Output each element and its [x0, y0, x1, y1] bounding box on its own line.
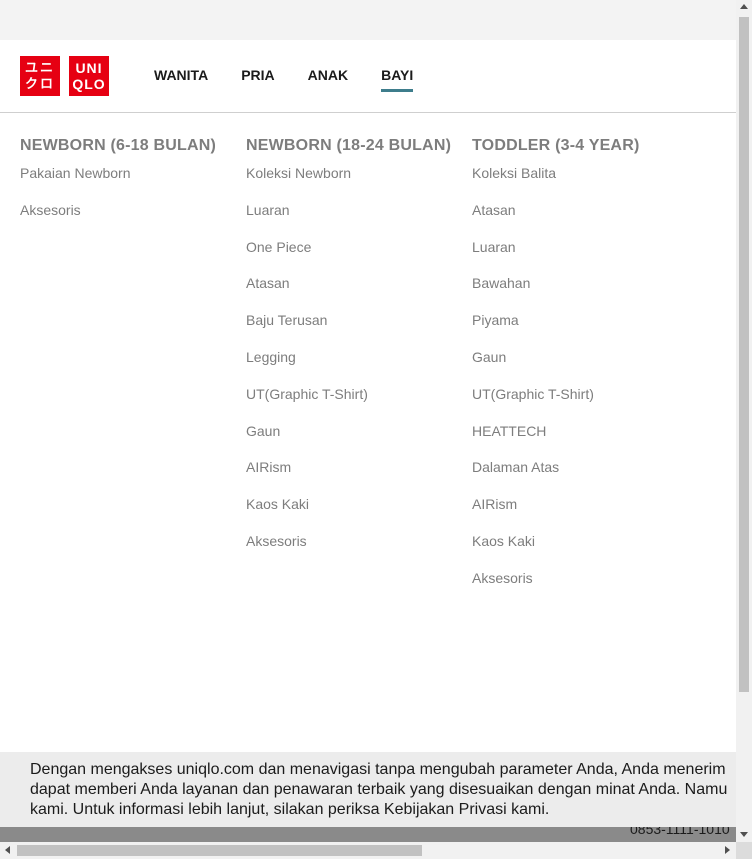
menu-link[interactable]: Aksesoris — [246, 532, 451, 569]
cookie-line-2: dapat memberi Anda layanan dan penawaran… — [30, 781, 728, 798]
menu-link[interactable]: Atasan — [246, 274, 451, 311]
menu-link[interactable]: AIRism — [472, 495, 639, 532]
cookie-notice-text: Dengan mengakses uniqlo.com dan menaviga… — [30, 760, 736, 820]
column-title[interactable]: NEWBORN (18-24 BULAN) — [246, 137, 451, 155]
horizontal-scroll-thumb[interactable] — [17, 845, 422, 856]
menu-link[interactable]: Kaos Kaki — [246, 495, 451, 532]
logo-latin-top: UNI — [75, 60, 103, 76]
column-list: Pakaian Newborn Aksesoris — [20, 164, 216, 238]
menu-column-newborn-6-18: NEWBORN (6-18 BULAN) Pakaian Newborn Akse… — [20, 137, 216, 238]
browser-top-area — [0, 0, 736, 40]
scroll-left-arrow-icon[interactable] — [5, 846, 10, 854]
nav-item-pria[interactable]: PRIA — [241, 67, 274, 92]
menu-link[interactable]: Kaos Kaki — [472, 532, 639, 569]
scroll-up-arrow-icon[interactable] — [740, 4, 748, 9]
menu-link[interactable]: Koleksi Balita — [472, 164, 639, 201]
menu-link[interactable]: Piyama — [472, 311, 639, 348]
nav-item-bayi[interactable]: BAYI — [381, 67, 414, 92]
column-title[interactable]: TODDLER (3-4 YEAR) — [472, 137, 639, 155]
menu-link[interactable]: Gaun — [246, 422, 451, 459]
menu-link[interactable]: Aksesoris — [20, 201, 216, 238]
logo-latin-box: UNI QLO — [69, 56, 109, 96]
nav-item-anak[interactable]: ANAK — [308, 67, 348, 92]
menu-link[interactable]: Aksesoris — [472, 569, 639, 606]
scrollbar-corner — [736, 842, 752, 859]
cookie-notice: Dengan mengakses uniqlo.com dan menaviga… — [0, 752, 736, 827]
menu-link[interactable]: Luaran — [472, 238, 639, 275]
uniqlo-logo[interactable]: ユニクロ UNI QLO — [20, 56, 109, 96]
logo-latin-bottom: QLO — [72, 76, 106, 92]
menu-link[interactable]: UT(Graphic T-Shirt) — [472, 385, 639, 422]
horizontal-scrollbar[interactable] — [0, 842, 736, 859]
cookie-line-3: kami. Untuk informasi lebih lanjut, sila… — [30, 801, 550, 818]
column-title[interactable]: NEWBORN (6-18 BULAN) — [20, 137, 216, 155]
menu-link[interactable]: Atasan — [472, 201, 639, 238]
column-list: Koleksi Newborn Luaran One Piece Atasan Baju… — [246, 164, 451, 569]
menu-link[interactable]: Luaran — [246, 201, 451, 238]
scroll-right-arrow-icon[interactable] — [725, 846, 730, 854]
cookie-line-1: Dengan mengakses uniqlo.com dan menaviga… — [30, 761, 726, 778]
logo-katakana-text: ユニクロ — [24, 60, 55, 91]
menu-link[interactable]: Koleksi Newborn — [246, 164, 451, 201]
main-nav: WANITA PRIA ANAK BAYI — [154, 67, 446, 92]
logo-katakana-box: ユニクロ — [20, 56, 60, 96]
column-list: Koleksi Balita Atasan Luaran Bawahan Piyama G… — [472, 164, 639, 606]
scroll-down-arrow-icon[interactable] — [740, 832, 748, 837]
site-header: ユニクロ UNI QLO WANITA PRIA ANAK BAYI — [0, 40, 736, 113]
vertical-scrollbar[interactable] — [736, 0, 752, 842]
menu-link[interactable]: Baju Terusan — [246, 311, 451, 348]
menu-link[interactable]: Bawahan — [472, 274, 639, 311]
menu-column-toddler-3-4: TODDLER (3-4 YEAR) Koleksi Balita Atasan L… — [472, 137, 639, 606]
menu-link[interactable]: Pakaian Newborn — [20, 164, 216, 201]
vertical-scroll-thumb[interactable] — [739, 17, 749, 692]
nav-item-wanita[interactable]: WANITA — [154, 67, 208, 92]
menu-link[interactable]: Dalaman Atas — [472, 458, 639, 495]
footer-phone[interactable]: 0853-1111-1010 — [630, 827, 730, 837]
menu-link[interactable]: One Piece — [246, 238, 451, 275]
menu-link[interactable]: Gaun — [472, 348, 639, 385]
footer-strip: 0853-1111-1010 — [0, 827, 736, 842]
menu-link[interactable]: UT(Graphic T-Shirt) — [246, 385, 451, 422]
menu-column-newborn-18-24: NEWBORN (18-24 BULAN) Koleksi Newborn Lua… — [246, 137, 451, 569]
menu-link[interactable]: Legging — [246, 348, 451, 385]
menu-link[interactable]: AIRism — [246, 458, 451, 495]
bayi-mega-menu: NEWBORN (6-18 BULAN) Pakaian Newborn Akse… — [0, 113, 736, 753]
menu-link[interactable]: HEATTECH — [472, 422, 639, 459]
